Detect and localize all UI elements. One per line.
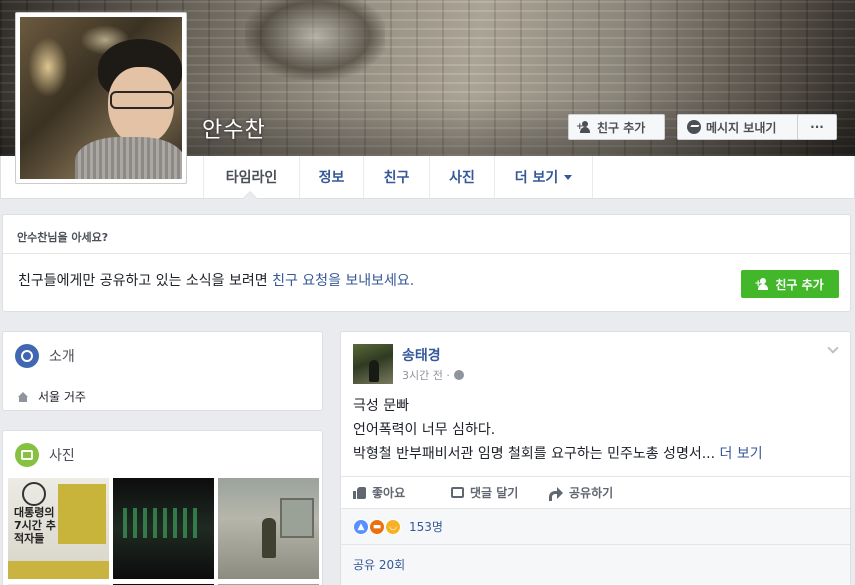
comment-button[interactable]: 댓글 달기 (451, 484, 549, 501)
post-actions: 좋아요 댓글 달기 공유하기 (341, 476, 850, 508)
ellipsis-icon: ··· (810, 120, 824, 134)
post-timestamp[interactable]: 3시간 전 · (402, 367, 450, 383)
reactions-bar[interactable]: ▲ ▬ ◡ 153명 (341, 508, 850, 544)
message-button[interactable]: 메시지 보내기 (677, 114, 799, 140)
like-reaction-icon: ▲ (353, 518, 369, 535)
haha-reaction-icon: ◡ (385, 518, 401, 535)
message-label: 메시지 보내기 (706, 120, 777, 135)
globe-icon (15, 344, 39, 368)
know-text: 친구들에게만 공유하고 있는 소식을 보려면 친구 요청을 보내보세요. (18, 273, 415, 289)
add-friend-label: 친구 추가 (597, 120, 646, 135)
profile-name[interactable]: 안수찬 (202, 112, 266, 144)
tab-more[interactable]: 더 보기 (494, 156, 593, 198)
tab-friends[interactable]: 친구 (363, 156, 429, 198)
caret-down-icon (564, 174, 573, 180)
know-title: 안수찬님을 아세요? (17, 231, 109, 244)
avatar (20, 17, 182, 179)
post-body: 극성 문빠 언어폭력이 너무 심하다. 박형철 반부패비서관 임명 철회를 요구… (353, 398, 763, 462)
share-count-row: 공유 20회 (341, 544, 850, 584)
messenger-icon (687, 120, 701, 134)
intro-location: 서울 거주 (18, 388, 86, 405)
photo-icon (15, 443, 39, 467)
intro-card: 소개 서울 거주 (2, 331, 323, 411)
profile-picture[interactable] (15, 12, 187, 184)
more-options-button[interactable]: ··· (797, 114, 837, 140)
reaction-count[interactable]: 153명 (409, 518, 443, 535)
share-button[interactable]: 공유하기 (549, 484, 659, 501)
add-friend-button[interactable]: + 친구 추가 (568, 114, 665, 140)
friend-request-link[interactable]: 친구 요청을 보내보세요. (272, 273, 414, 289)
comment-icon (451, 487, 464, 498)
angry-reaction-icon: ▬ (369, 518, 385, 535)
photo-thumbnail[interactable]: 대통령의 7시간 추적자들 (8, 478, 109, 579)
photos-card: 사진 대통령의 7시간 추적자들 (2, 430, 323, 585)
share-count[interactable]: 공유 20회 (353, 556, 405, 573)
see-more-link[interactable]: 더 보기 (720, 446, 763, 462)
tab-photos[interactable]: 사진 (429, 156, 494, 198)
add-friend-icon: + (576, 121, 592, 133)
intro-title: 소개 (49, 349, 75, 365)
add-friend-icon: + (754, 278, 770, 290)
thumbs-up-icon (353, 486, 366, 499)
share-icon (549, 487, 563, 501)
house-icon (18, 391, 28, 402)
photo-grid: 대통령의 7시간 추적자들 (8, 478, 319, 585)
cover-plant (245, 0, 385, 80)
tab-about[interactable]: 정보 (299, 156, 363, 198)
clock-icon (22, 482, 46, 506)
know-person-card: 안수찬님을 아세요? 친구들에게만 공유하고 있는 소식을 보려면 친구 요청을… (2, 214, 851, 312)
like-button[interactable]: 좋아요 (353, 484, 451, 501)
photo-thumbnail[interactable] (113, 478, 214, 579)
chevron-down-icon[interactable] (827, 342, 839, 354)
add-friend-green-button[interactable]: + 친구 추가 (741, 270, 839, 298)
public-icon (453, 370, 464, 380)
post-author-avatar[interactable] (353, 344, 393, 384)
post-meta: 3시간 전 · (402, 367, 464, 383)
post-card: 송태경 3시간 전 · 극성 문빠 언어폭력이 너무 심하다. 박형철 반부패비… (340, 331, 851, 585)
post-author-name[interactable]: 송태경 (402, 345, 441, 365)
photos-title[interactable]: 사진 (49, 445, 75, 465)
photo-thumbnail[interactable] (218, 478, 319, 579)
